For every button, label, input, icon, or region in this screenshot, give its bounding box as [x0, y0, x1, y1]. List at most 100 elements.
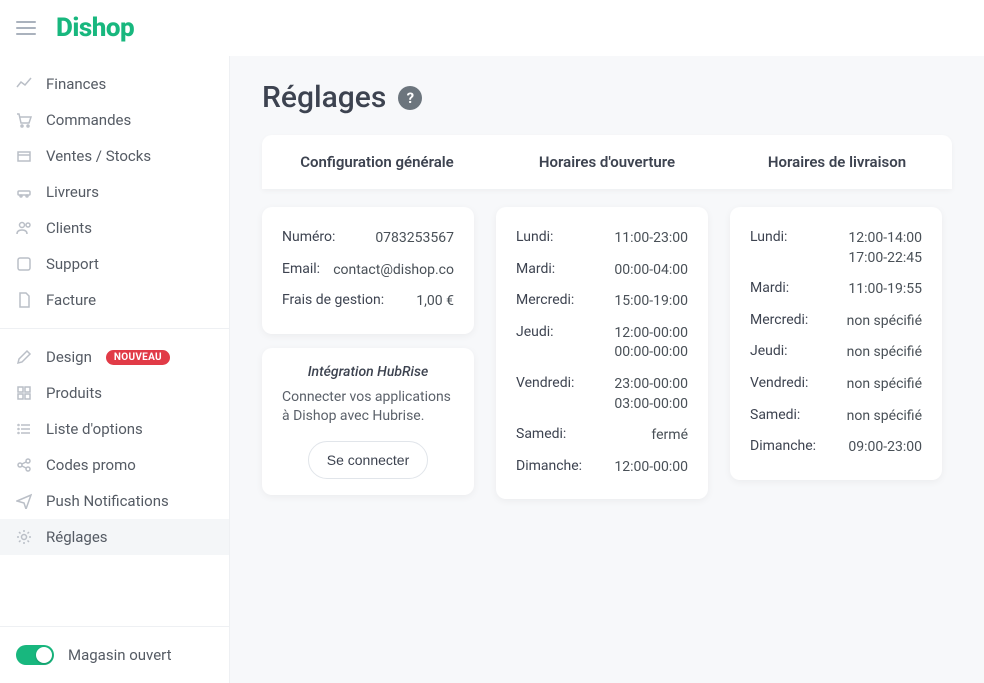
sidebar-item-clients[interactable]: Clients	[0, 210, 229, 246]
config-number-label: Numéro:	[282, 229, 335, 245]
chart-icon	[16, 76, 32, 92]
sidebar-item-push-notifications[interactable]: Push Notifications	[0, 483, 229, 519]
opening-hours-row: Samedi:fermé	[516, 420, 688, 452]
sidebar-item-livreurs[interactable]: Livreurs	[0, 174, 229, 210]
delivery-hours-row: Samedi: non spécifié	[750, 401, 922, 433]
share-icon	[16, 457, 32, 473]
sidebar-item-label: Clients	[46, 219, 92, 237]
grid-icon	[16, 385, 32, 401]
opening-hours-day: Jeudi:	[516, 324, 554, 340]
delivery-hours-day: Lundi:	[750, 229, 787, 245]
delivery-hours-day: Samedi:	[750, 407, 800, 423]
delivery-hours-value: 12:00-14:00 17:00-22:45	[848, 229, 922, 268]
help-icon[interactable]: ?	[398, 86, 422, 110]
sidebar-item-produits[interactable]: Produits	[0, 375, 229, 411]
delivery-hours-day: Mercredi:	[750, 312, 808, 328]
users-icon	[16, 220, 32, 236]
delivery-hours-card: Lundi: 12:00-14:00 17:00-22:45 Mardi:11:00…	[730, 207, 942, 480]
delivery-hours-row: Mercredi: non spécifié	[750, 306, 922, 338]
opening-hours-value: 23:00-00:00 03:00-00:00	[614, 375, 688, 414]
opening-hours-row: Mardi: 00:00-04:00	[516, 255, 688, 287]
sidebar-item-r-glages[interactable]: Réglages	[0, 519, 229, 555]
car-icon	[16, 184, 32, 200]
opening-hours-row: Lundi: 11:00-23:00	[516, 223, 688, 255]
sidebar-item-label: Facture	[46, 291, 96, 309]
file-icon	[16, 292, 32, 308]
delivery-hours-row: Mardi:11:00-19:55	[750, 274, 922, 306]
tab-config-generale[interactable]: Configuration générale	[262, 135, 492, 189]
store-open-label: Magasin ouvert	[68, 646, 172, 664]
sidebar-item-label: Liste d'options	[46, 420, 143, 438]
delivery-hours-row: Lundi: 12:00-14:00 17:00-22:45	[750, 223, 922, 274]
delivery-hours-row: Vendredi: non spécifié	[750, 369, 922, 401]
sidebar-item-label: Codes promo	[46, 456, 136, 474]
list-icon	[16, 421, 32, 437]
delivery-hours-value: non spécifié	[847, 312, 922, 332]
opening-hours-day: Dimanche:	[516, 458, 582, 474]
opening-hours-day: Samedi:	[516, 426, 566, 442]
delivery-hours-day: Jeudi:	[750, 343, 788, 359]
sidebar-footer: Magasin ouvert	[0, 626, 229, 683]
sidebar-item-ventes-stocks[interactable]: Ventes / Stocks	[0, 138, 229, 174]
opening-hours-day: Mardi:	[516, 261, 555, 277]
delivery-hours-value: non spécifié	[847, 343, 922, 363]
tab-horaires-ouverture[interactable]: Horaires d'ouverture	[492, 135, 722, 189]
delivery-hours-value: non spécifié	[847, 375, 922, 395]
sidebar-item-commandes[interactable]: Commandes	[0, 102, 229, 138]
opening-hours-card: Lundi:11:00-23:00Mardi:00:00-04:00Mercre…	[496, 207, 708, 499]
opening-hours-day: Vendredi:	[516, 375, 574, 391]
sidebar-item-support[interactable]: Support	[0, 246, 229, 282]
sidebar-item-liste-d-options[interactable]: Liste d'options	[0, 411, 229, 447]
config-number-value: 0783253567	[375, 229, 454, 249]
sidebar-item-label: Push Notifications	[46, 492, 169, 510]
opening-hours-value: 00:00-04:00	[614, 261, 688, 281]
opening-hours-value: 12:00-00:00 00:00-00:00	[614, 324, 688, 363]
send-icon	[16, 493, 32, 509]
integration-desc: Connecter vos applications à Dishop avec…	[282, 388, 454, 427]
config-card: Numéro: 0783253567 Email: contact@dishop…	[262, 207, 474, 334]
sidebar-item-facture[interactable]: Facture	[0, 282, 229, 318]
integration-card: Intégration HubRise Connecter vos applic…	[262, 348, 474, 495]
opening-hours-value: 12:00-00:00	[614, 458, 688, 478]
cart-icon	[16, 112, 32, 128]
connect-button[interactable]: Se connecter	[308, 441, 429, 479]
gear-icon	[16, 529, 32, 545]
config-fee-value: 1,00 €	[416, 292, 454, 312]
sidebar-item-finances[interactable]: Finances	[0, 66, 229, 102]
delivery-hours-day: Mardi:	[750, 280, 789, 296]
store-open-toggle[interactable]	[16, 645, 54, 665]
sidebar-item-label: Ventes / Stocks	[46, 147, 151, 165]
sidebar-item-design[interactable]: DesignNOUVEAU	[0, 339, 229, 375]
delivery-hours-row: Dimanche: 09:00-23:00	[750, 432, 922, 464]
sidebar: Finances Commandes Ventes / Stocks Livreurs…	[0, 56, 230, 683]
opening-hours-value: 15:00-19:00	[614, 292, 688, 312]
sidebar-item-label: Commandes	[46, 111, 131, 129]
sidebar-item-codes-promo[interactable]: Codes promo	[0, 447, 229, 483]
delivery-hours-row: Jeudi: non spécifié	[750, 337, 922, 369]
config-email-value: contact@dishop.co	[333, 261, 454, 281]
opening-hours-day: Lundi:	[516, 229, 553, 245]
opening-hours-row: Vendredi: 23:00-00:00 03:00-00:00	[516, 369, 688, 420]
sidebar-item-label: Support	[46, 255, 99, 273]
pencil-icon	[16, 349, 32, 365]
sidebar-item-label: Livreurs	[46, 183, 99, 201]
integration-title: Intégration HubRise	[282, 364, 454, 380]
delivery-hours-value: non spécifié	[847, 407, 922, 427]
sidebar-item-label: Finances	[46, 75, 106, 93]
cards-row: Numéro: 0783253567 Email: contact@dishop…	[262, 207, 952, 499]
delivery-hours-day: Dimanche:	[750, 438, 816, 454]
opening-hours-value: 11:00-23:00	[614, 229, 688, 249]
menu-toggle-icon[interactable]	[16, 21, 36, 35]
badge-new: NOUVEAU	[106, 350, 170, 365]
opening-hours-row: Jeudi: 12:00-00:00 00:00-00:00	[516, 318, 688, 369]
tabs: Configuration générale Horaires d'ouvert…	[262, 135, 952, 189]
support-icon	[16, 256, 32, 272]
delivery-hours-value: 09:00-23:00	[848, 438, 922, 458]
opening-hours-row: Dimanche: 12:00-00:00	[516, 452, 688, 484]
tab-horaires-livraison[interactable]: Horaires de livraison	[722, 135, 952, 189]
sidebar-item-label: Réglages	[46, 528, 108, 546]
page-title: Réglages ?	[262, 80, 952, 115]
main-content: Réglages ? Configuration générale Horair…	[230, 56, 984, 683]
config-fee-label: Frais de gestion:	[282, 292, 384, 308]
delivery-hours-day: Vendredi:	[750, 375, 808, 391]
